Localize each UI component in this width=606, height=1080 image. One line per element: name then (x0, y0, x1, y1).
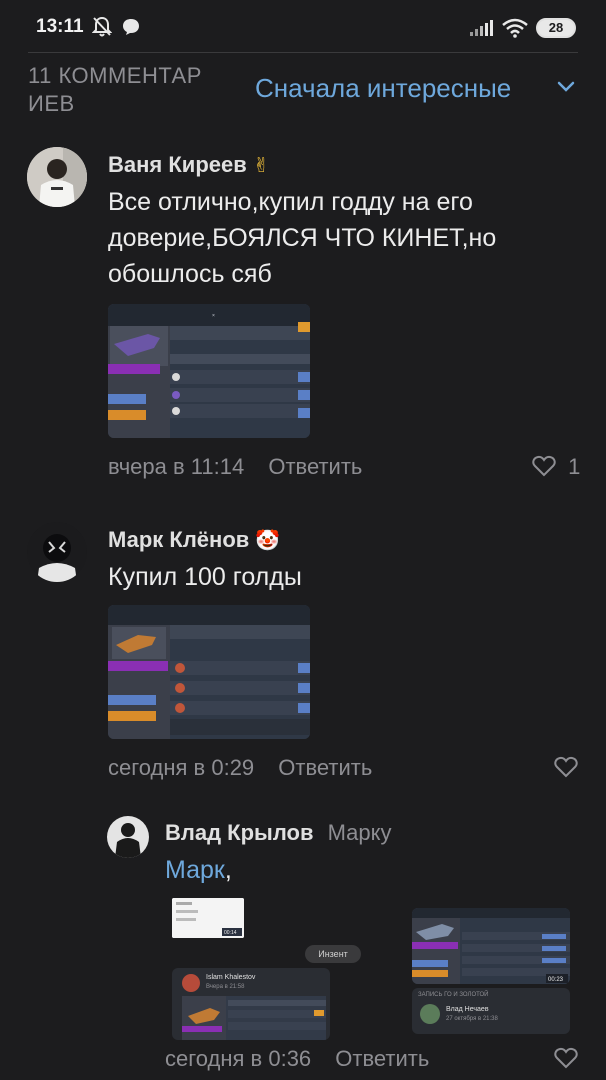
battery-level: 28 (548, 20, 564, 35)
comment-text: Марк, (165, 852, 565, 888)
video-duration: 00:23 (548, 977, 564, 983)
comment-meta: вчера в 11:14 Ответить (108, 454, 362, 480)
heart-icon (532, 454, 562, 479)
like-button[interactable] (554, 755, 578, 781)
comment: Ваня Киреев ✌ Все отлично,купил годду на… (0, 140, 606, 490)
signal-icon (470, 20, 494, 41)
attachment-image[interactable]: Islam Khalestov Вчера в 21:58 (172, 968, 330, 1040)
notifications-off-icon (91, 16, 113, 43)
attachment-image[interactable] (108, 605, 310, 739)
svg-text:×: × (212, 313, 215, 319)
comment-author[interactable]: Марк Клёнов 🤡 (108, 527, 280, 553)
attachment-user-date: Вчера в 21:58 (206, 984, 245, 990)
comment-author[interactable]: Влад Крылов Марку (165, 820, 392, 846)
reply-comment: Влад Крылов Марку Марк, 00:14 Инзент Isl… (0, 810, 606, 1080)
chevron-down-icon[interactable] (557, 80, 575, 98)
reply-button[interactable]: Ответить (278, 755, 372, 780)
video-duration: 00:14 (224, 930, 237, 936)
heart-icon (554, 755, 578, 780)
comments-count: 11 КОММЕНТАР ИЕВ (28, 63, 202, 116)
like-button[interactable]: 1 (532, 454, 580, 480)
chat-bubble-icon (122, 18, 140, 41)
attachment-image[interactable]: ЗАПИСЬ ГО И ЗОЛОТОЙ Влад Нечаев 27 октяб… (412, 988, 570, 1034)
heart-icon (554, 1046, 578, 1071)
comment-author[interactable]: Ваня Киреев ✌ (108, 152, 270, 178)
comments-header: 11 КОММЕНТАР ИЕВ Сначала интересные (0, 56, 606, 126)
wifi-icon (502, 18, 528, 43)
avatar (182, 974, 200, 992)
attachment-image[interactable]: 00:14 (172, 898, 244, 938)
chip-text: Инзент (318, 949, 348, 959)
comment-date: сегодня в 0:29 (108, 755, 255, 780)
attachment-image[interactable]: 00:23 (412, 908, 570, 984)
attachment-user-name: Islam Khalestov (206, 974, 256, 981)
comment-text: Все отлично,купил годду на его доверие,Б… (108, 188, 497, 288)
author-name[interactable]: Ваня Киреев (108, 152, 247, 177)
comment-text-suffix: , (224, 856, 232, 884)
sort-dropdown[interactable]: Сначала интересные (255, 73, 511, 104)
avatar[interactable] (27, 522, 87, 582)
comment-date: сегодня в 0:36 (165, 1046, 312, 1071)
reply-button[interactable]: Ответить (335, 1046, 429, 1071)
author-name[interactable]: Марк Клёнов (108, 527, 249, 552)
avatar (420, 1004, 440, 1024)
comment-meta: сегодня в 0:36 Ответить (165, 1046, 429, 1072)
comment-text: Купил 100 голды (108, 563, 302, 591)
reply-button[interactable]: Ответить (268, 454, 362, 479)
status-bar: 13:11 28 (0, 0, 606, 56)
like-count: 1 (568, 454, 581, 479)
like-button[interactable] (554, 1046, 578, 1072)
author-name[interactable]: Влад Крылов (165, 820, 313, 845)
comment-meta: сегодня в 0:29 Ответить (108, 755, 372, 781)
reply-to-label[interactable]: Марку (328, 820, 392, 845)
attachment-image[interactable]: × (108, 304, 310, 438)
comment-date: вчера в 11:14 (108, 454, 245, 479)
user-mention[interactable]: Марк (165, 856, 225, 884)
attachment-user-name: Влад Нечаев (446, 1006, 489, 1013)
clown-emoji: 🤡 (255, 530, 281, 552)
victory-hand-emoji: ✌ (252, 155, 270, 177)
avatar[interactable] (107, 816, 149, 858)
battery-icon: 28 (536, 18, 576, 38)
chip-label[interactable]: Инзент (305, 945, 361, 963)
attachment-section-title: ЗАПИСЬ ГО И ЗОЛОТОЙ (418, 992, 489, 998)
status-time: 13:11 (36, 16, 84, 37)
divider (28, 52, 578, 53)
comment: Марк Клёнов 🤡 Купил 100 голды сегодня в … (0, 515, 606, 795)
attachment-user-date: 27 октября в 21:38 (446, 1016, 498, 1022)
avatar[interactable] (27, 147, 87, 207)
